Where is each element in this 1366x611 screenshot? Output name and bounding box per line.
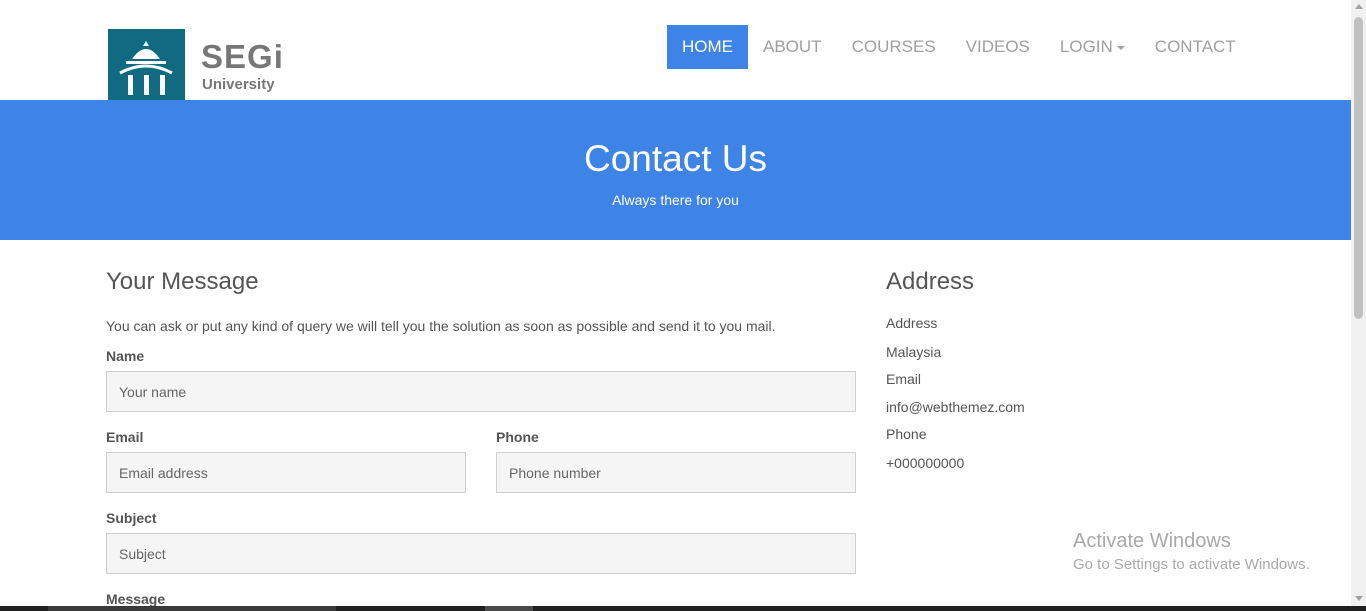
email-input[interactable] xyxy=(106,452,466,493)
page-title: Contact Us xyxy=(583,138,767,179)
address-heading: Address xyxy=(886,268,975,295)
activate-windows-hint: Go to Settings to activate Windows. xyxy=(1073,556,1310,573)
phone-label: Phone xyxy=(496,429,539,445)
vertical-scrollbar[interactable] xyxy=(1351,0,1366,611)
site-header: SEGi University HOME ABOUT COURSES VIDEO… xyxy=(0,0,1351,100)
main-nav: HOME ABOUT COURSES VIDEOS LOGIN CONTACT xyxy=(667,25,1251,69)
nav-login-label: LOGIN xyxy=(1059,37,1113,56)
nav-courses[interactable]: COURSES xyxy=(837,25,951,69)
nav-home[interactable]: HOME xyxy=(667,25,748,69)
page: SEGi University HOME ABOUT COURSES VIDEO… xyxy=(0,0,1351,611)
nav-contact[interactable]: CONTACT xyxy=(1140,25,1251,69)
logo-title: SEGi xyxy=(201,38,284,75)
nav-login-dropdown[interactable]: LOGIN xyxy=(1045,25,1140,69)
address-email-value: info@webthemez.com xyxy=(886,399,1025,415)
address-email-label: Email xyxy=(886,371,922,387)
address-label: Address xyxy=(886,315,938,331)
taskbar-segment xyxy=(485,606,533,611)
caret-down-icon xyxy=(1116,45,1125,50)
form-heading: Your Message xyxy=(106,268,259,295)
message-label: Message xyxy=(106,591,166,607)
activate-windows-title: Activate Windows xyxy=(1073,530,1231,552)
address-phone-label: Phone xyxy=(886,426,927,442)
page-subtitle: Always there for you xyxy=(612,192,739,208)
address-phone-value: +000000000 xyxy=(886,455,965,471)
subject-input[interactable] xyxy=(106,533,856,574)
logo-subtitle: University xyxy=(202,76,275,93)
phone-input[interactable] xyxy=(496,452,856,493)
name-input[interactable] xyxy=(106,371,856,412)
email-label: Email xyxy=(106,429,144,445)
form-intro: You can ask or put any kind of query we … xyxy=(106,318,776,334)
segi-logo[interactable]: SEGi University xyxy=(108,29,283,100)
scroll-up-arrow-icon[interactable] xyxy=(1355,4,1363,9)
subject-label: Subject xyxy=(106,510,157,526)
address-value: Malaysia xyxy=(886,344,942,360)
nav-about[interactable]: ABOUT xyxy=(748,25,837,69)
nav-videos[interactable]: VIDEOS xyxy=(951,25,1045,69)
name-label: Name xyxy=(106,348,145,364)
building-logo-icon xyxy=(108,29,185,100)
taskbar-segment xyxy=(48,606,336,611)
scroll-down-arrow-icon[interactable] xyxy=(1355,596,1363,601)
scroll-thumb[interactable] xyxy=(1354,17,1363,319)
page-banner: Contact Us Always there for you xyxy=(0,100,1351,240)
